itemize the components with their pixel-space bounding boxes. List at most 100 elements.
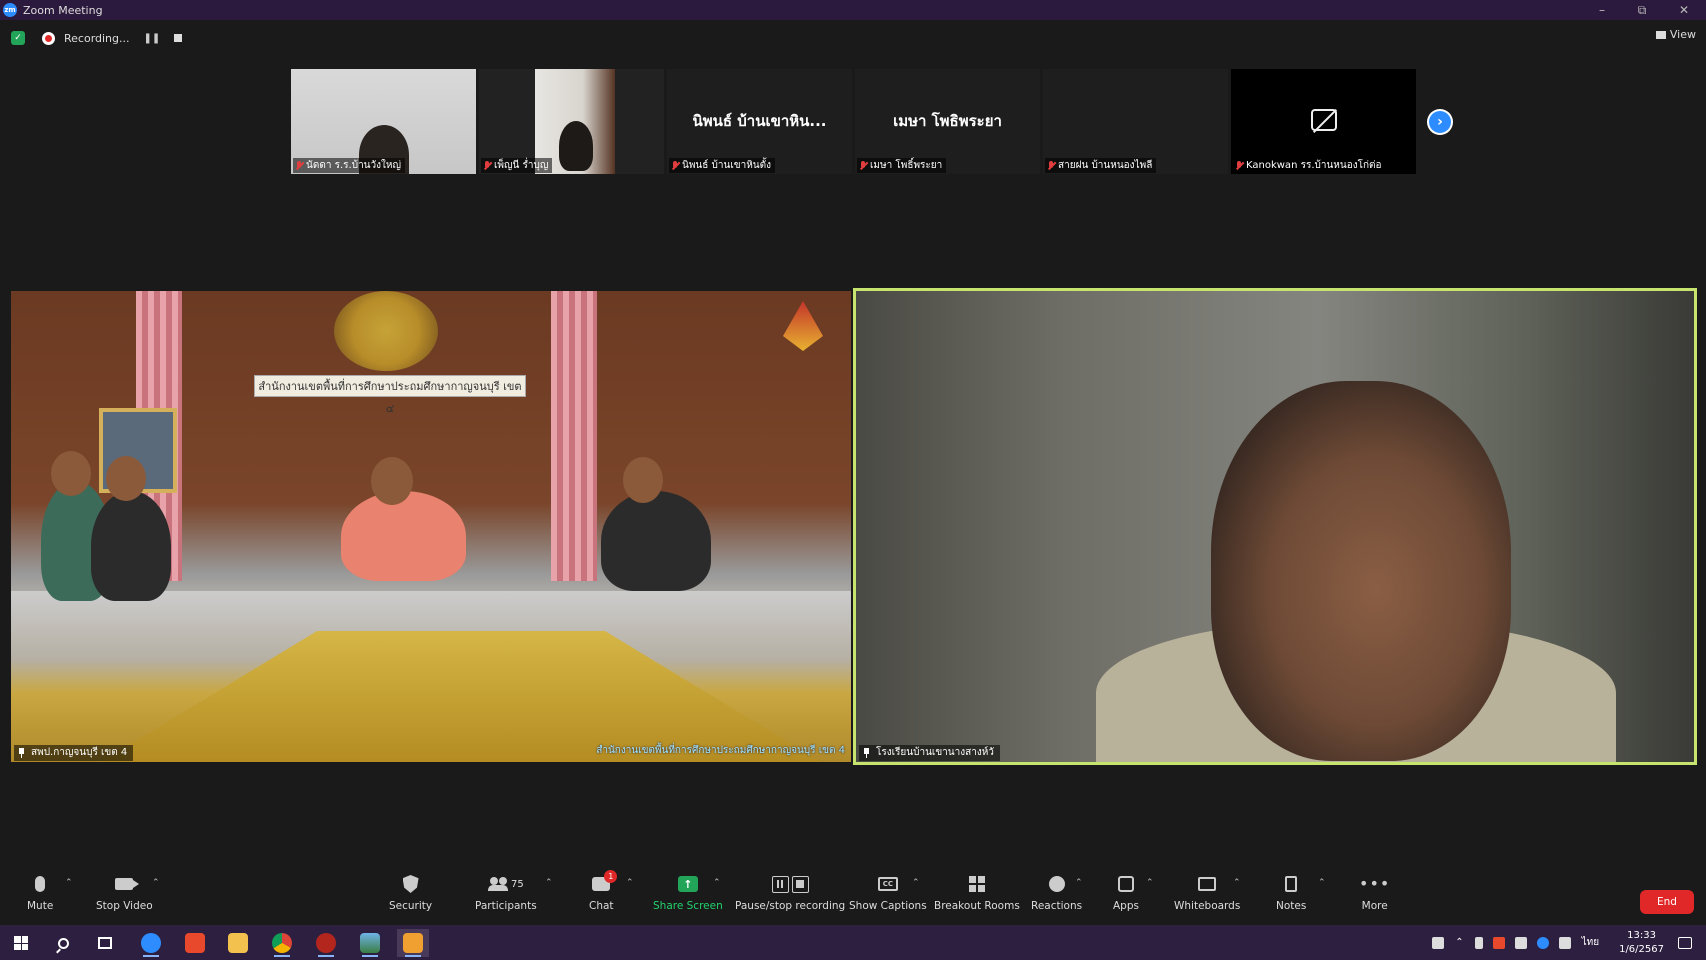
participant-tile[interactable]: เพ็ญนี ร่ำบุญ <box>479 69 664 174</box>
stop-video-button[interactable]: Stop Video <box>96 871 153 912</box>
participants-options-caret[interactable]: ⌃ <box>545 878 553 888</box>
mic-off-icon <box>1047 160 1055 171</box>
task-view-button[interactable] <box>89 929 121 957</box>
taskbar-app-s[interactable] <box>179 929 211 957</box>
security-label: Security <box>389 900 433 912</box>
taskbar-app-red[interactable] <box>310 929 342 957</box>
captions-icon: CC <box>877 877 898 891</box>
clock-time: 13:33 <box>1627 929 1656 941</box>
next-page-button[interactable]: › <box>1427 109 1453 135</box>
apps-options-caret[interactable]: ⌃ <box>1146 878 1154 888</box>
pause-recording-icon[interactable]: ❚❚ <box>144 33 161 44</box>
pause-icon <box>771 875 789 893</box>
reactions-options-caret[interactable]: ⌃ <box>1075 878 1083 888</box>
end-meeting-button[interactable]: End <box>1640 890 1694 914</box>
whiteboards-button[interactable]: Whiteboards <box>1174 871 1240 912</box>
network-icon[interactable] <box>1514 936 1527 949</box>
search-button[interactable] <box>47 929 79 957</box>
pause-stop-recording-button[interactable]: Pause/stop recording <box>735 871 845 912</box>
notes-icon <box>1285 876 1298 892</box>
participants-icon <box>487 877 508 891</box>
camera-off-icon <box>1311 109 1337 131</box>
speaker-face <box>1211 381 1511 761</box>
attendee <box>601 491 711 591</box>
language-indicator[interactable]: ไทย <box>1582 935 1599 950</box>
participant-tile[interactable]: นัดดา ร.ร.บ้านวังใหญ่ <box>291 69 476 174</box>
captions-options-caret[interactable]: ⌃ <box>912 878 920 888</box>
keyboard-icon[interactable] <box>1432 936 1445 949</box>
minimize-icon[interactable]: – <box>1582 0 1622 20</box>
zoom-tray-icon[interactable] <box>1536 936 1549 949</box>
clock-date: 1/6/2567 <box>1619 943 1664 955</box>
taskbar-active-app[interactable] <box>397 929 429 957</box>
breakout-rooms-icon <box>968 876 985 892</box>
notes-options-caret[interactable]: ⌃ <box>1318 878 1326 888</box>
zoom-icon: zm <box>3 3 17 17</box>
room-banner: สำนักงานเขตพื้นที่การศึกษาประถมศึกษากาญจ… <box>254 375 526 415</box>
mute-button[interactable]: Mute <box>27 871 53 912</box>
participant-tile[interactable]: สายฝน บ้านหนองไพลี <box>1043 69 1228 174</box>
attendee <box>91 491 171 601</box>
start-button[interactable] <box>5 929 37 957</box>
pin-icon <box>18 748 25 758</box>
participants-label: Participants <box>475 900 537 912</box>
stop-icon <box>791 875 809 893</box>
chrome-icon <box>272 933 292 953</box>
participant-tile[interactable]: เมษา โพธิพระยา เมษา โพธิ์พระยา <box>855 69 1040 174</box>
breakout-rooms-button[interactable]: Breakout Rooms <box>934 871 1020 912</box>
participant-silhouette <box>559 121 593 171</box>
security-button[interactable]: Security <box>389 871 432 912</box>
recording-bar: ✓ Recording... ❚❚ <box>0 26 183 50</box>
attendee <box>341 491 466 581</box>
participant-display-name: เมษา โพธิพระยา <box>893 112 1002 130</box>
share-screen-label: Share Screen <box>653 900 723 912</box>
restore-icon[interactable]: ⧉ <box>1622 0 1662 20</box>
clock[interactable]: 13:33 1/6/2567 <box>1619 929 1664 957</box>
taskbar-file-explorer[interactable] <box>222 929 254 957</box>
notes-button[interactable]: Notes <box>1276 871 1306 912</box>
emblem-image <box>334 291 438 371</box>
gallery-strip: นัดดา ร.ร.บ้านวังใหญ่ เพ็ญนี ร่ำบุญ นิพน… <box>291 69 1419 174</box>
main-video-right[interactable]: โรงเรียนบ้านเขานางสางห์วั <box>853 288 1697 765</box>
participants-button[interactable]: 75 Participants <box>475 871 537 912</box>
taskbar-photos[interactable] <box>354 929 386 957</box>
os-taskbar: ⌃ ไทย 13:33 1/6/2567 <box>0 925 1706 960</box>
video-overlay-caption: สำนักงานเขตพื้นที่การศึกษาประถมศึกษากาญจ… <box>596 745 845 756</box>
video-name-label: สพป.กาญจนบุรี เขต 4 <box>14 745 134 761</box>
whiteboards-label: Whiteboards <box>1174 900 1241 912</box>
view-button[interactable]: View <box>1655 28 1696 41</box>
taskbar-chrome[interactable] <box>266 929 298 957</box>
participant-display-name: นิพนธ์ บ้านเขาหิน... <box>692 112 827 130</box>
share-options-caret[interactable]: ⌃ <box>713 878 721 888</box>
chat-options-caret[interactable]: ⌃ <box>626 878 634 888</box>
apps-button[interactable]: Apps <box>1113 871 1139 912</box>
stop-recording-icon[interactable] <box>174 34 183 42</box>
attendee-head <box>371 457 413 505</box>
notes-label: Notes <box>1276 900 1307 912</box>
whiteboards-options-caret[interactable]: ⌃ <box>1233 878 1241 888</box>
recording-status: Recording... <box>64 31 130 45</box>
taskbar-zoom[interactable] <box>135 929 167 957</box>
chevron-up-icon[interactable]: ⌃ <box>1455 937 1463 948</box>
microphone-tray-icon[interactable] <box>1474 936 1483 949</box>
ellipsis-icon: ••• <box>1359 874 1391 893</box>
video-camera-icon <box>115 878 140 890</box>
chat-button[interactable]: 1 Chat <box>589 870 618 912</box>
participant-tile[interactable]: นิพนธ์ บ้านเขาหิน... นิพนธ์ บ้านเขาหินตั… <box>667 69 852 174</box>
show-captions-label: Show Captions <box>849 900 927 912</box>
more-button[interactable]: ••• More <box>1359 871 1391 913</box>
participant-tile[interactable]: Kanokwan รร.บ้านหนองโก่ต่อ <box>1231 69 1416 174</box>
folder-icon <box>228 933 248 953</box>
video-options-caret[interactable]: ⌃ <box>152 878 160 888</box>
participant-name-label: สายฝน บ้านหนองไพลี <box>1045 158 1157 173</box>
volume-icon[interactable] <box>1558 936 1571 949</box>
participant-name-label: นิพนธ์ บ้านเขาหินตั้ง <box>669 158 776 173</box>
app-tray-icon[interactable] <box>1492 936 1505 949</box>
audio-options-caret[interactable]: ⌃ <box>65 878 73 888</box>
shield-icon <box>402 875 419 893</box>
notification-icon[interactable] <box>1678 936 1692 949</box>
main-video-left[interactable]: สำนักงานเขตพื้นที่การศึกษาประถมศึกษากาญจ… <box>11 291 851 762</box>
close-icon[interactable]: ✕ <box>1664 0 1704 20</box>
encryption-shield-icon[interactable]: ✓ <box>11 31 25 45</box>
smiley-icon <box>1048 876 1065 892</box>
